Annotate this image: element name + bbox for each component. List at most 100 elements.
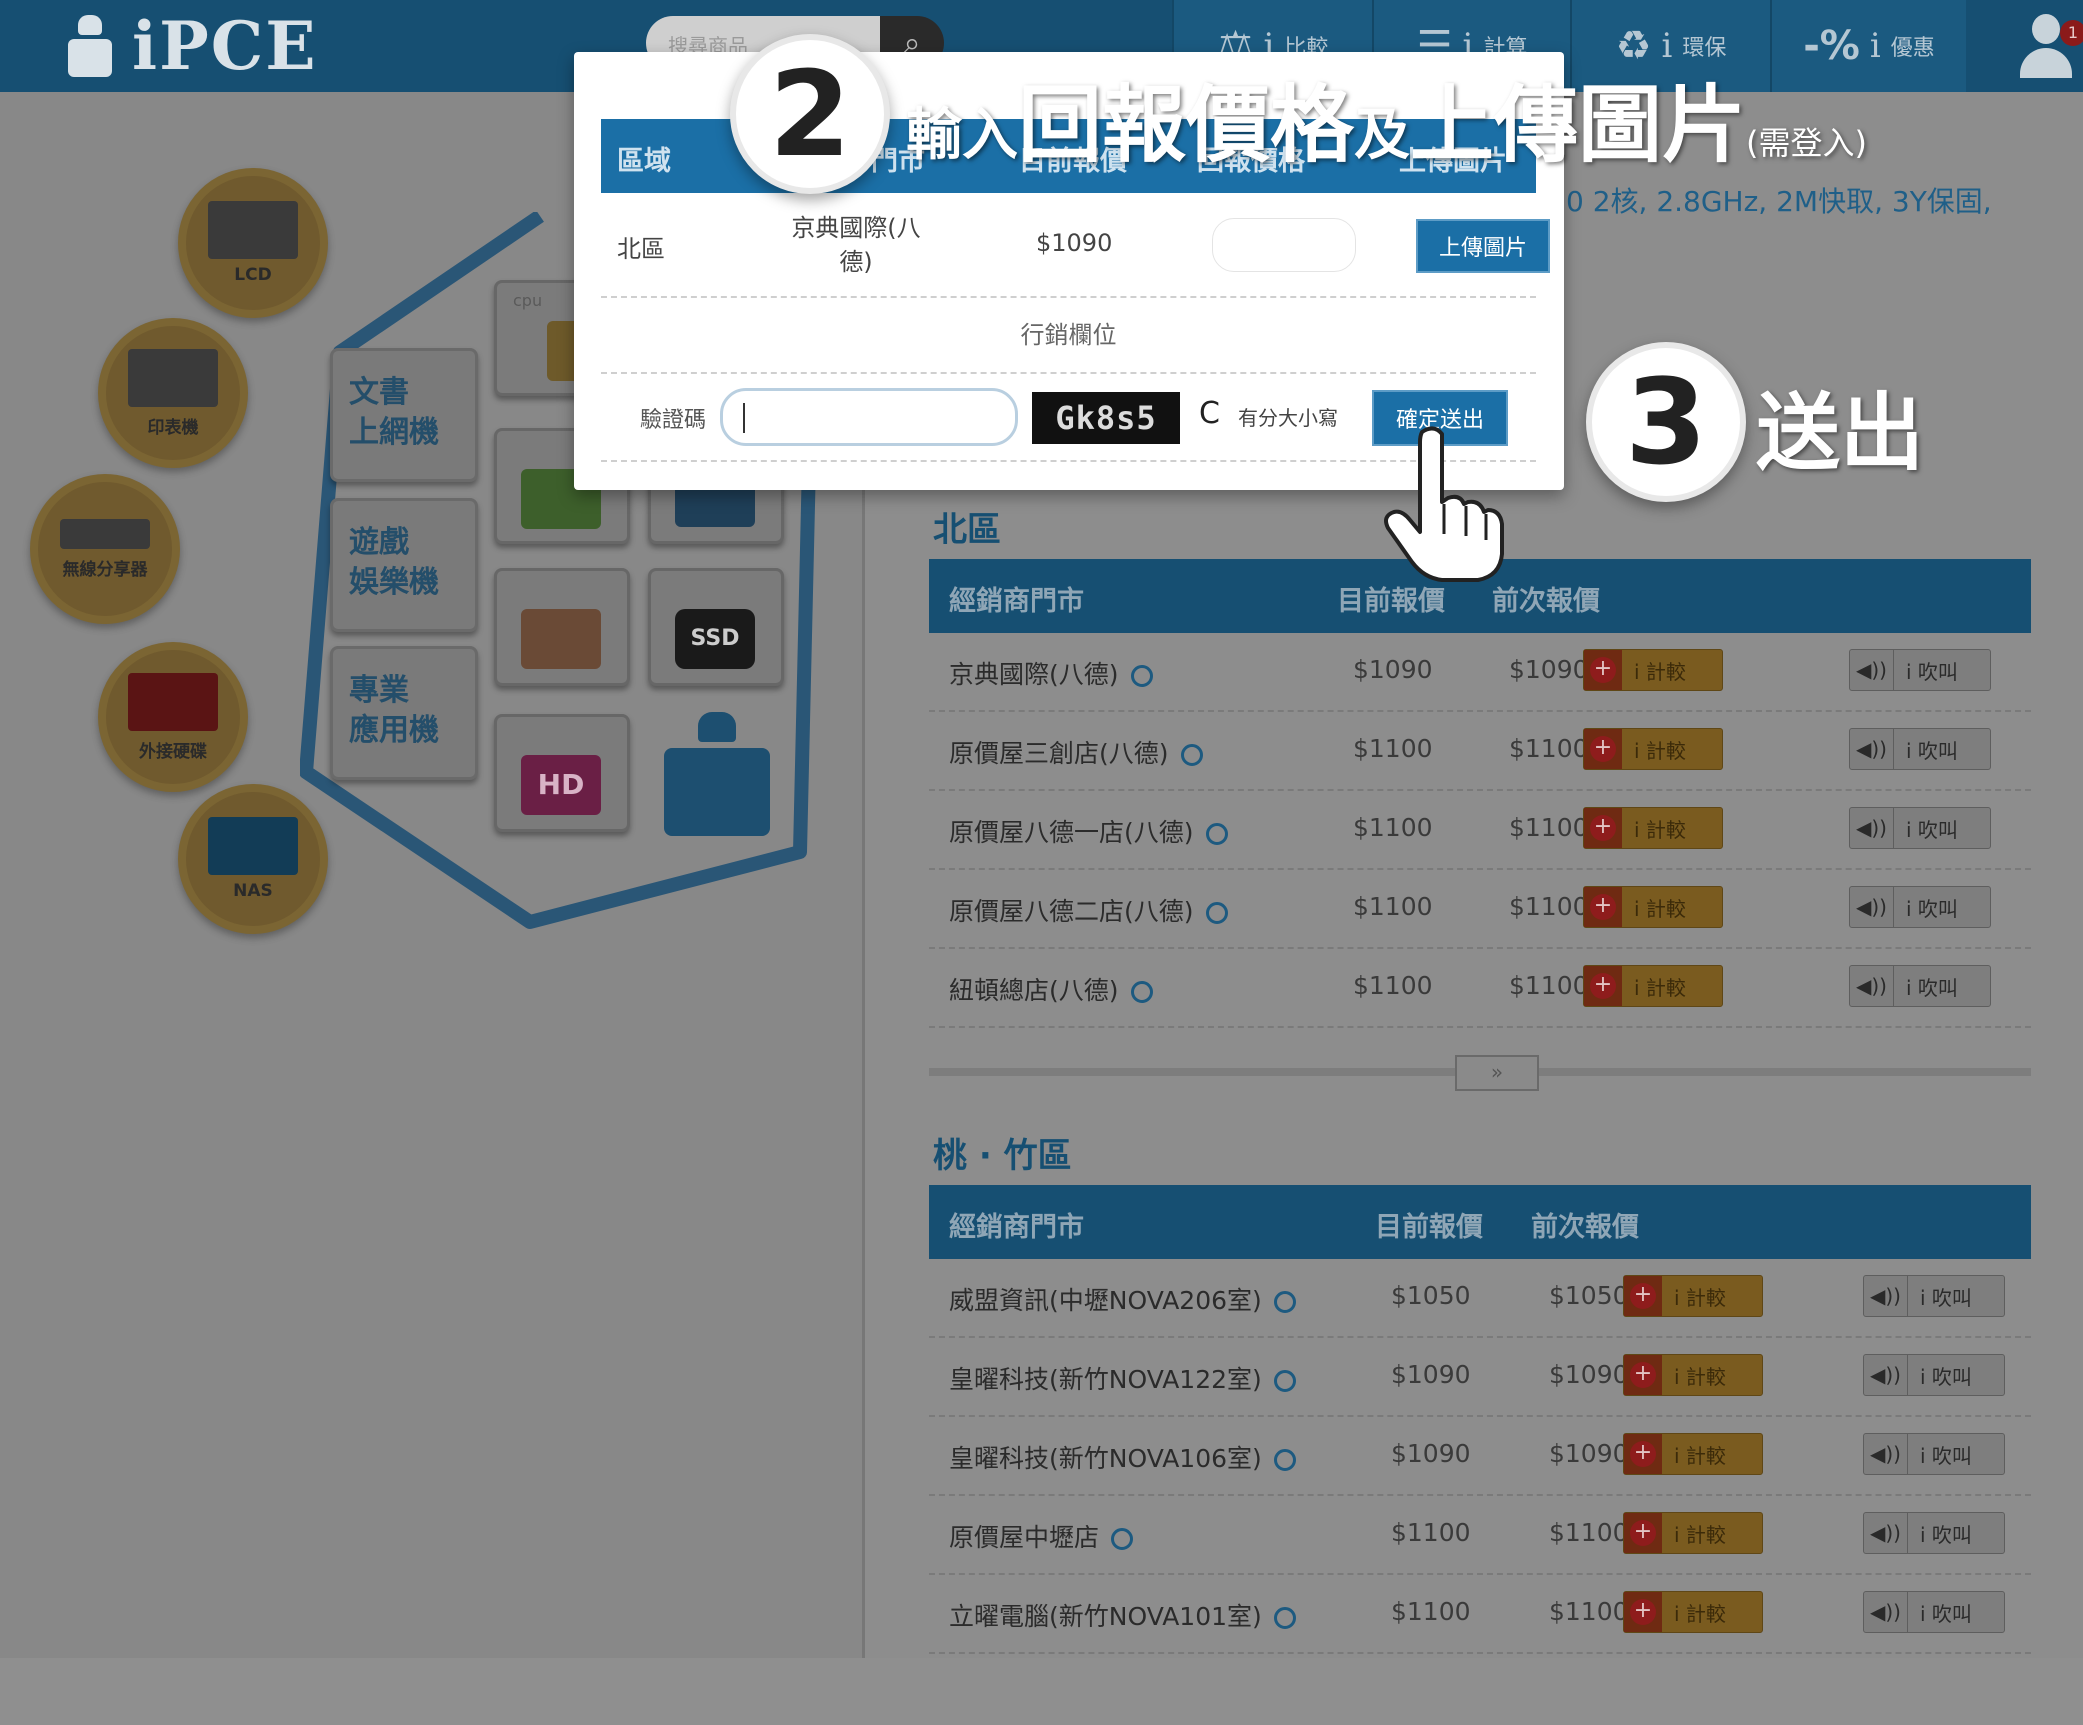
tile-line: 遊戲 <box>349 525 409 560</box>
refresh-icon[interactable] <box>1273 1370 1296 1392</box>
store-name[interactable]: 原價屋中壢店 <box>949 1518 1134 1554</box>
category-router[interactable]: 無線分享器 <box>30 474 180 624</box>
tile-hdd[interactable]: HD <box>494 714 630 832</box>
store-name[interactable]: 原價屋三創店(八德) <box>949 734 1203 770</box>
step-2-note: (需登入) <box>1746 124 1868 162</box>
store-name-text: 原價屋中壢店 <box>949 1523 1100 1552</box>
tile-psu[interactable] <box>494 568 630 686</box>
tile-office-pc[interactable]: 文書 上網機 <box>330 348 478 482</box>
notification-badge: 1 <box>2060 20 2083 46</box>
compare-button[interactable]: + i 計較 <box>1623 1433 1763 1475</box>
shout-button[interactable]: ◀)) i 吹叫 <box>1863 1275 2005 1317</box>
shout-button[interactable]: ◀)) i 吹叫 <box>1863 1512 2005 1554</box>
compare-button[interactable]: + i 計較 <box>1623 1512 1763 1554</box>
tile-pro-pc[interactable]: 專業 應用機 <box>330 646 478 780</box>
shout-label: i 吹叫 <box>1920 1443 1972 1468</box>
table-row: 威盟資訊(中壢NOVA206室) $1050 $1050 + i 計較 ◀)) i 吹叫 <box>929 1259 2031 1338</box>
store-name[interactable]: 皇曜科技(新竹NOVA122室) <box>949 1360 1296 1396</box>
shout-button[interactable]: ◀)) i 吹叫 <box>1849 728 1991 770</box>
compare-button[interactable]: + i 計較 <box>1583 886 1723 928</box>
compare-button[interactable]: + i 計較 <box>1583 965 1723 1007</box>
refresh-icon[interactable] <box>1130 665 1153 687</box>
ipce-mascot-icon <box>664 712 770 836</box>
step-2-text-part: 輸入 <box>906 103 1018 168</box>
compare-label: i 計較 <box>1634 817 1686 842</box>
add-icon: + <box>1584 650 1622 690</box>
shout-label: i 吹叫 <box>1906 738 1958 763</box>
store-name-text: 原價屋八德一店(八德) <box>949 818 1194 847</box>
megaphone-icon: ◀)) <box>1864 1513 1908 1553</box>
shout-button[interactable]: ◀)) i 吹叫 <box>1849 807 1991 849</box>
power-supply-icon <box>521 609 601 669</box>
compare-button[interactable]: + i 計較 <box>1583 807 1723 849</box>
shout-label: i 吹叫 <box>1920 1364 1972 1389</box>
show-more-button[interactable]: » <box>1455 1055 1539 1091</box>
shout-button[interactable]: ◀)) i 吹叫 <box>1863 1433 2005 1475</box>
compare-button[interactable]: + i 計較 <box>1623 1275 1763 1317</box>
current-price: $1100 <box>1391 1518 1471 1547</box>
ipce-logo-icon <box>62 15 118 77</box>
refresh-icon[interactable] <box>1111 1528 1134 1550</box>
store-name[interactable]: 京典國際(八德) <box>949 655 1153 691</box>
refresh-icon[interactable] <box>1130 981 1153 1003</box>
captcha-image: Gk8s5 <box>1032 392 1180 444</box>
previous-price: $1100 <box>1509 734 1589 763</box>
store-name-text: 立曜電腦(新竹NOVA101室) <box>949 1602 1262 1631</box>
store-name-text: 京典國際(八德) <box>949 660 1119 689</box>
compare-label: i 計較 <box>1674 1601 1726 1626</box>
hard-drive-icon <box>128 672 218 731</box>
header-previous: 前次報價 <box>1492 586 1600 617</box>
tile-line: 上網機 <box>349 415 439 450</box>
shout-button[interactable]: ◀)) i 吹叫 <box>1863 1591 2005 1633</box>
refresh-icon[interactable] <box>1205 902 1228 924</box>
shout-button[interactable]: ◀)) i 吹叫 <box>1863 1354 2005 1396</box>
store-name-text: 皇曜科技(新竹NOVA122室) <box>949 1365 1262 1394</box>
refresh-icon[interactable] <box>1205 823 1228 845</box>
category-printer[interactable]: 印表機 <box>98 318 248 468</box>
refresh-icon[interactable] <box>1273 1607 1296 1629</box>
compare-button[interactable]: + i 計較 <box>1583 649 1723 691</box>
report-price-input[interactable] <box>1212 218 1356 272</box>
megaphone-icon: ◀)) <box>1864 1434 1908 1474</box>
captcha-input[interactable] <box>720 388 1018 446</box>
compare-button[interactable]: + i 計較 <box>1623 1591 1763 1633</box>
current-price: $1090 <box>1353 655 1433 684</box>
category-external-hdd[interactable]: 外接硬碟 <box>98 642 248 792</box>
refresh-captcha-icon[interactable]: C <box>1199 396 1220 431</box>
case-sensitive-note: 有分大小寫 <box>1238 406 1338 430</box>
category-label: 印表機 <box>147 417 199 438</box>
pointing-hand-icon <box>1384 426 1504 582</box>
store-name[interactable]: 原價屋八德二店(八德) <box>949 892 1228 928</box>
tile-gaming-pc[interactable]: 遊戲 娛樂機 <box>330 498 478 632</box>
store-name[interactable]: 皇曜科技(新竹NOVA106室) <box>949 1439 1296 1475</box>
add-icon: + <box>1624 1355 1662 1395</box>
tile-ssd[interactable]: SSD <box>648 568 784 686</box>
compare-button[interactable]: + i 計較 <box>1583 728 1723 770</box>
shout-button[interactable]: ◀)) i 吹叫 <box>1849 965 1991 1007</box>
refresh-icon[interactable] <box>1273 1449 1296 1471</box>
refresh-icon[interactable] <box>1180 744 1203 766</box>
compare-button[interactable]: + i 計較 <box>1623 1354 1763 1396</box>
store-name[interactable]: 威盟資訊(中壢NOVA206室) <box>949 1281 1296 1317</box>
logo-text: iPCE <box>132 7 318 85</box>
compare-label: i 計較 <box>1674 1364 1726 1389</box>
store-name[interactable]: 立曜電腦(新竹NOVA101室) <box>949 1597 1296 1633</box>
table-row: 原價屋八德二店(八德) $1100 $1100 + i 計較 ◀)) i 吹叫 <box>929 870 2031 949</box>
previous-price: $1100 <box>1549 1597 1629 1626</box>
step-2-text-part: 回報價格 <box>1018 76 1355 174</box>
compare-label: i 計較 <box>1634 975 1686 1000</box>
current-price: $1100 <box>1391 1597 1471 1626</box>
tile-line: 娛樂機 <box>349 565 439 600</box>
category-label: LCD <box>234 265 272 285</box>
shout-label: i 吹叫 <box>1920 1522 1972 1547</box>
add-icon: + <box>1624 1592 1662 1632</box>
previous-price: $1100 <box>1509 971 1589 1000</box>
current-price: $1090 <box>1391 1360 1471 1389</box>
shout-button[interactable]: ◀)) i 吹叫 <box>1849 649 1991 691</box>
ipce-logo[interactable]: iPCE <box>62 7 318 85</box>
store-name[interactable]: 原價屋八德一店(八德) <box>949 813 1228 849</box>
refresh-icon[interactable] <box>1273 1291 1296 1313</box>
shout-button[interactable]: ◀)) i 吹叫 <box>1849 886 1991 928</box>
upload-image-button[interactable]: 上傳圖片 <box>1416 219 1550 273</box>
store-name[interactable]: 紐頓總店(八德) <box>949 971 1153 1007</box>
